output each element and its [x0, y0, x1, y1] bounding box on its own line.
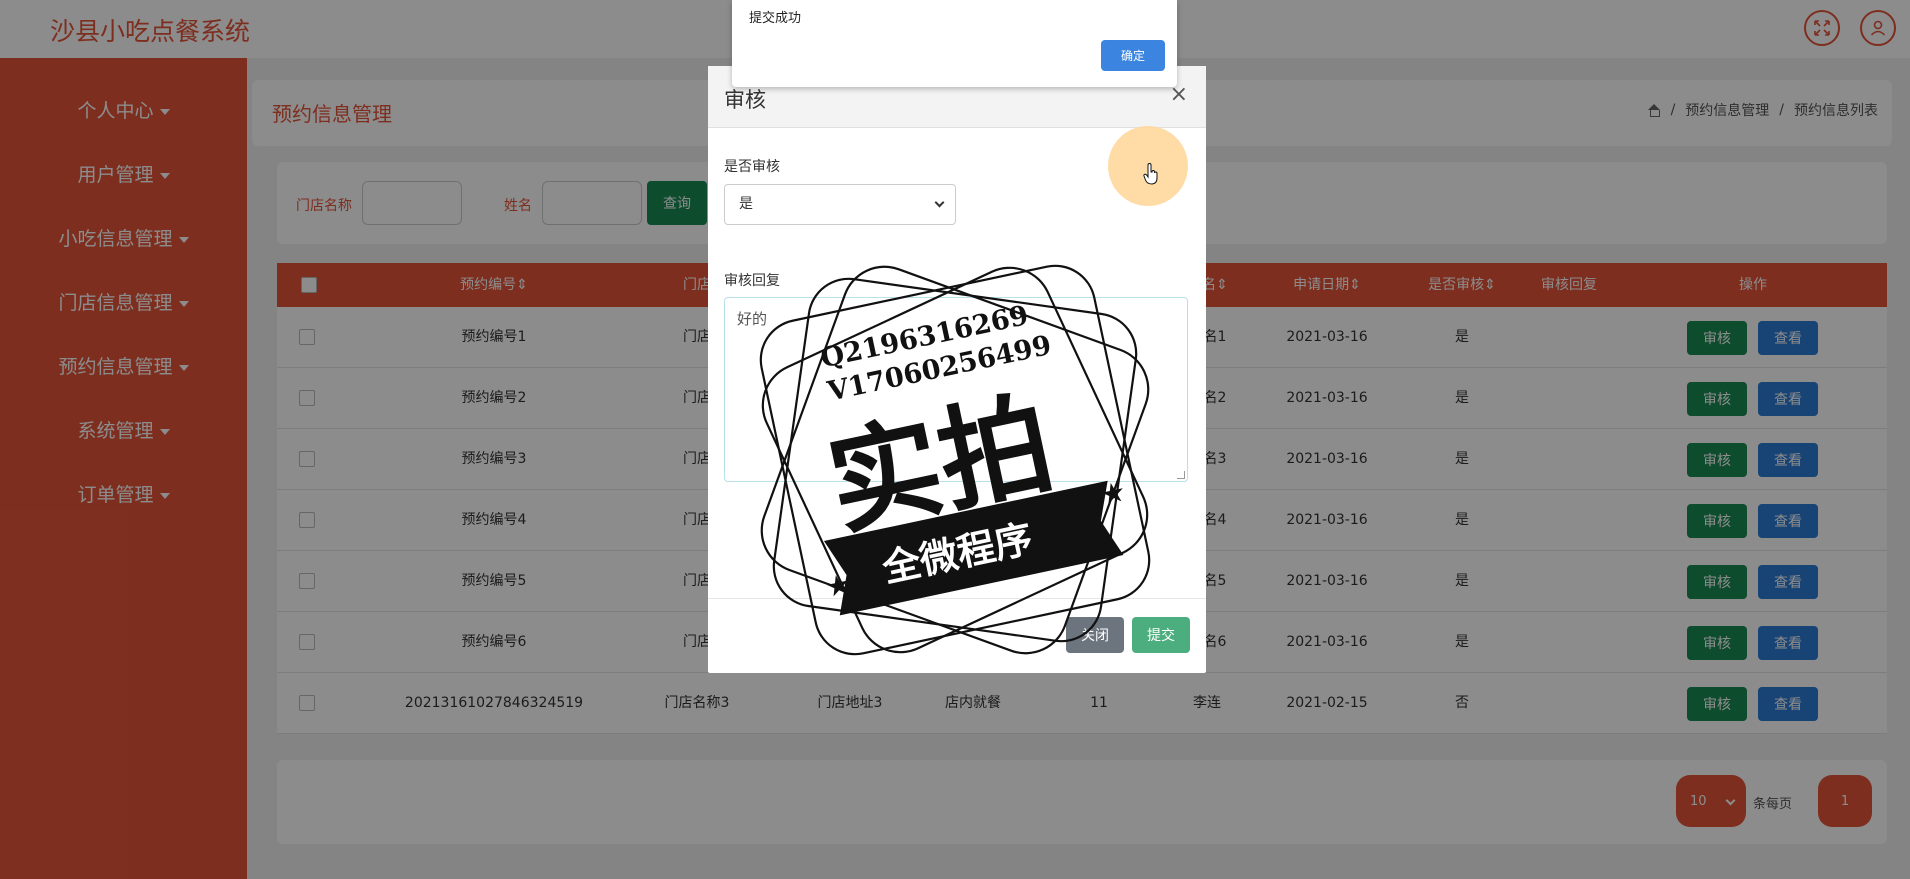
hand-cursor-icon — [1143, 163, 1158, 185]
svg-text:★: ★ — [1097, 475, 1128, 512]
resize-handle-icon[interactable] — [1177, 471, 1185, 479]
audit-status-select[interactable]: 是 — [724, 184, 956, 225]
audit-status-label: 是否审核 — [724, 159, 780, 175]
chevron-down-icon — [934, 197, 945, 208]
watermark-stamp: Q2196316269 V17060256499 实拍 全微程序 ★ ★ — [759, 264, 1151, 656]
audit-status-value: 是 — [739, 196, 753, 212]
alert-message: 提交成功 — [749, 11, 802, 26]
alert-ok-button[interactable]: 确定 — [1101, 40, 1165, 71]
modal-title: 审核 — [724, 88, 766, 112]
success-alert: 提交成功 确定 — [732, 0, 1177, 87]
